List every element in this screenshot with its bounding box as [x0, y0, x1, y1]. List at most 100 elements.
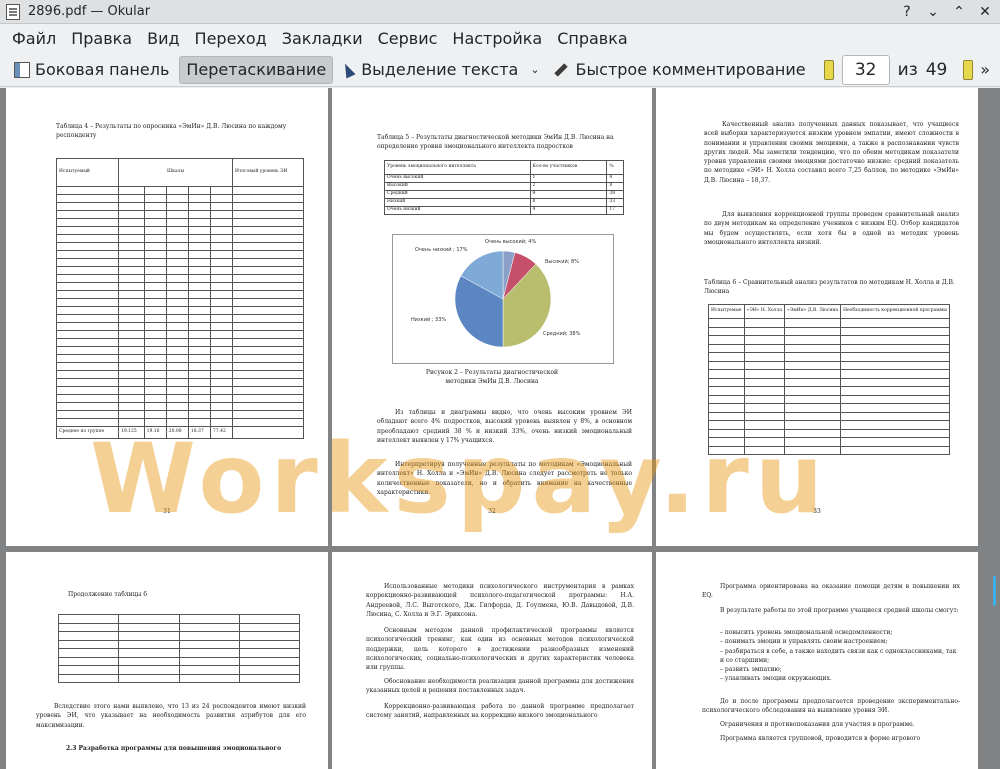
table-cell [232, 378, 304, 387]
table-cell: 20.08 [165, 426, 189, 439]
table-cell [178, 656, 240, 666]
paragraph: Интерпретируя полученные результаты по м… [377, 461, 632, 496]
drag-tool-button[interactable]: Перетаскивание [179, 55, 334, 84]
table-cell [784, 428, 842, 438]
help-icon[interactable]: ? [896, 2, 918, 22]
table-cell [209, 322, 234, 331]
table-cell [209, 234, 234, 243]
table-cell [187, 354, 211, 363]
table-cell [209, 218, 234, 227]
pie-chart: Очень низкий ; 17% Очень высокий; 4% Высок… [411, 238, 581, 348]
table-cell [57, 665, 120, 675]
text-select-button[interactable]: Выделение текста [337, 56, 524, 84]
table-cell [57, 622, 120, 632]
table-cell [209, 258, 234, 267]
table-cell [55, 266, 120, 275]
menu-tools[interactable]: Сервис [372, 29, 444, 48]
table-cell [178, 622, 240, 632]
menu-edit[interactable]: Правка [65, 29, 138, 48]
table-cell [708, 403, 745, 413]
table-cell: 17 [606, 205, 624, 215]
table-cell [743, 369, 786, 379]
page-number-input[interactable]: 32 [841, 54, 890, 85]
maximize-icon[interactable]: ⌃ [948, 2, 970, 22]
table-cell [55, 410, 120, 419]
table-cell [743, 437, 786, 447]
document-viewer[interactable]: Таблица 4 – Результаты по опросника «ЭмИ… [0, 88, 1000, 769]
close-icon[interactable]: ✕ [974, 2, 996, 22]
table-cell [118, 410, 145, 419]
table-cell [143, 386, 167, 395]
table-row [55, 218, 304, 227]
table-cell [165, 306, 189, 315]
table-cell [165, 354, 189, 363]
menu-settings[interactable]: Настройка [446, 29, 548, 48]
table-cell [232, 410, 304, 419]
table-cell [784, 445, 842, 455]
pie-chart-frame: Очень низкий ; 17% Очень высокий; 4% Высок… [392, 234, 614, 364]
table-row [57, 673, 301, 683]
table-cell [55, 378, 120, 387]
table-cell [232, 218, 304, 227]
table-cell [55, 402, 120, 411]
table-cell [143, 346, 167, 355]
table-cell [55, 234, 120, 243]
menu-go[interactable]: Переход [189, 29, 273, 48]
menu-help[interactable]: Справка [551, 29, 634, 48]
table-cell [165, 322, 189, 331]
table-row [55, 394, 304, 403]
table-cell [165, 394, 189, 403]
table-cell [840, 318, 950, 328]
table-row [55, 402, 304, 411]
chevron-down-icon[interactable]: ⌄ [530, 63, 539, 76]
previous-page-icon[interactable] [823, 59, 834, 80]
table-cell [143, 274, 167, 283]
table-cell [708, 386, 745, 396]
table-cell [118, 306, 145, 315]
table-cell: Очень высокий [384, 174, 531, 183]
list-item: – разбираться в себе, а также находить с… [720, 647, 957, 664]
table-cell [143, 242, 167, 251]
next-page-icon[interactable] [963, 59, 974, 80]
table-cell [118, 418, 145, 427]
menu-bookmarks[interactable]: Закладки [276, 29, 369, 48]
table-cell [209, 330, 234, 339]
table-cell [708, 343, 745, 353]
table-cell [55, 298, 120, 307]
list-item: – улавливать эмоции окружающих. [720, 675, 832, 683]
paragraph: В результате работы по этой программе уч… [720, 607, 959, 614]
menu-file[interactable]: Файл [6, 29, 62, 48]
pie-data-label: Средний; 38% [543, 330, 581, 337]
table-cell [165, 410, 189, 419]
paragraph: Ограничения и противопоказания для участ… [720, 721, 915, 728]
table-cell [57, 631, 120, 641]
scrollbar-thumb[interactable] [993, 576, 996, 606]
table-cell [238, 614, 301, 624]
table-cell [238, 648, 301, 658]
table-cell [209, 354, 234, 363]
table-cell [840, 360, 950, 370]
quick-comment-button[interactable]: Быстрое комментирование [548, 56, 812, 84]
table-row [708, 318, 950, 328]
table-cell [143, 202, 167, 211]
table-cell [143, 194, 167, 203]
table-row [55, 282, 304, 291]
table-cell [165, 386, 189, 395]
more-actions-icon[interactable]: » [980, 60, 990, 79]
table-cell [165, 298, 189, 307]
minimize-icon[interactable]: ⌄ [922, 2, 944, 22]
table-cell [55, 338, 120, 347]
table-cell [743, 343, 786, 353]
table-cell [232, 314, 304, 323]
menu-view[interactable]: Вид [141, 29, 185, 48]
table-cell [118, 656, 180, 666]
table-row [55, 258, 304, 267]
table-cell [708, 428, 745, 438]
table-cell [55, 258, 120, 267]
sidebar-button[interactable]: Боковая панель [8, 56, 175, 84]
table-cell [840, 326, 950, 336]
table-cell [840, 403, 950, 413]
table-cell [165, 362, 189, 371]
table-cell: 4 [529, 205, 608, 215]
table-cell [784, 386, 842, 396]
